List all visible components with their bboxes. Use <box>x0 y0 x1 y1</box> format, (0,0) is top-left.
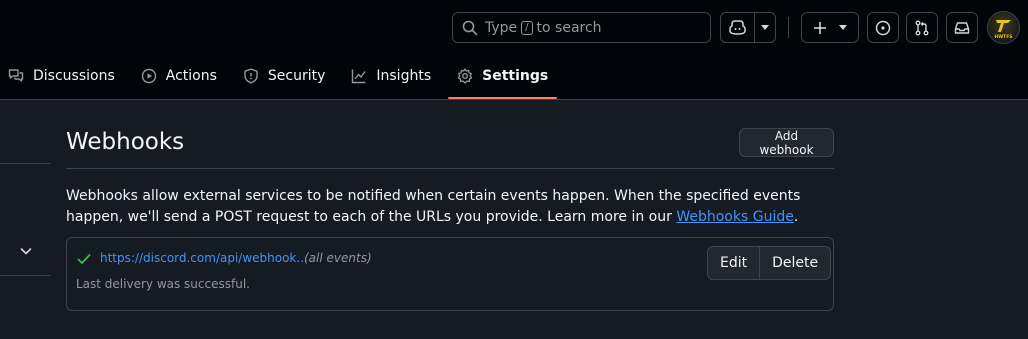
webhook-actions: Edit Delete <box>707 246 832 280</box>
tab-label: Settings <box>482 68 549 84</box>
tab-label: Insights <box>376 68 432 84</box>
tab-label: Security <box>267 68 326 84</box>
delete-button[interactable]: Delete <box>759 247 830 279</box>
comment-discussion-icon <box>8 68 24 84</box>
git-pull-request-icon <box>914 20 930 36</box>
webhook-events: (all events) <box>304 251 372 265</box>
description-end: . <box>793 209 799 225</box>
copilot-icon <box>729 20 746 35</box>
tab-label: Actions <box>165 68 217 84</box>
avatar[interactable]: HWTFS <box>987 11 1020 44</box>
chevron-down-icon <box>19 244 33 258</box>
tab-discussions[interactable]: Discussions <box>0 56 124 96</box>
sidebar-divider <box>0 163 50 164</box>
triangle-down-icon <box>839 25 847 30</box>
copilot-button[interactable] <box>721 13 754 42</box>
webhook-url-link[interactable]: https://discord.com/api/webhook... <box>100 251 308 265</box>
tab-settings[interactable]: Settings <box>448 56 558 99</box>
add-webhook-button[interactable]: Add webhook <box>739 128 834 157</box>
plus-icon <box>813 21 827 35</box>
search-input[interactable]: Type / to search <box>452 12 711 43</box>
search-prefix: Type <box>485 19 518 36</box>
create-new-button[interactable] <box>801 12 859 43</box>
tab-actions[interactable]: Actions <box>132 56 226 96</box>
webhooks-description: Webhooks allow external services to be n… <box>66 186 834 228</box>
play-icon <box>141 68 157 84</box>
delivery-status: Last delivery was successful. <box>76 277 250 291</box>
copilot-button-group <box>720 12 776 43</box>
tab-insights[interactable]: Insights <box>342 56 440 96</box>
issues-button[interactable] <box>867 12 899 43</box>
title-divider <box>66 168 834 169</box>
triangle-down-icon <box>761 25 770 30</box>
shield-icon <box>243 68 259 84</box>
sidebar-divider <box>0 275 50 276</box>
graph-icon <box>351 68 367 84</box>
avatar-logo-icon: HWTFS <box>994 20 1013 40</box>
gear-icon <box>457 68 473 84</box>
search-suffix: to search <box>536 19 602 36</box>
search-shortcut-key: / <box>521 20 533 35</box>
pull-requests-button[interactable] <box>906 12 938 43</box>
avatar-text: HWTFS <box>994 34 1012 40</box>
tab-label: Discussions <box>33 68 115 84</box>
edit-button[interactable]: Edit <box>708 247 759 279</box>
webhooks-guide-link[interactable]: Webhooks Guide <box>676 209 794 225</box>
inbox-button[interactable] <box>946 12 978 43</box>
check-icon <box>77 253 91 265</box>
top-bar: Type / to search HWTFS Discussions Actio… <box>0 0 1028 100</box>
repo-tabs: Discussions Actions Security Insights Se… <box>0 56 565 100</box>
header-divider <box>788 17 789 38</box>
issue-opened-icon <box>875 20 891 36</box>
tab-security[interactable]: Security <box>234 56 335 96</box>
sidebar-expand-toggle[interactable] <box>19 244 33 258</box>
copilot-dropdown-button[interactable] <box>754 13 775 42</box>
inbox-icon <box>954 20 970 36</box>
webhook-item: https://discord.com/api/webhook... (all … <box>66 237 834 311</box>
page-title: Webhooks <box>66 129 185 155</box>
search-icon <box>462 20 478 36</box>
